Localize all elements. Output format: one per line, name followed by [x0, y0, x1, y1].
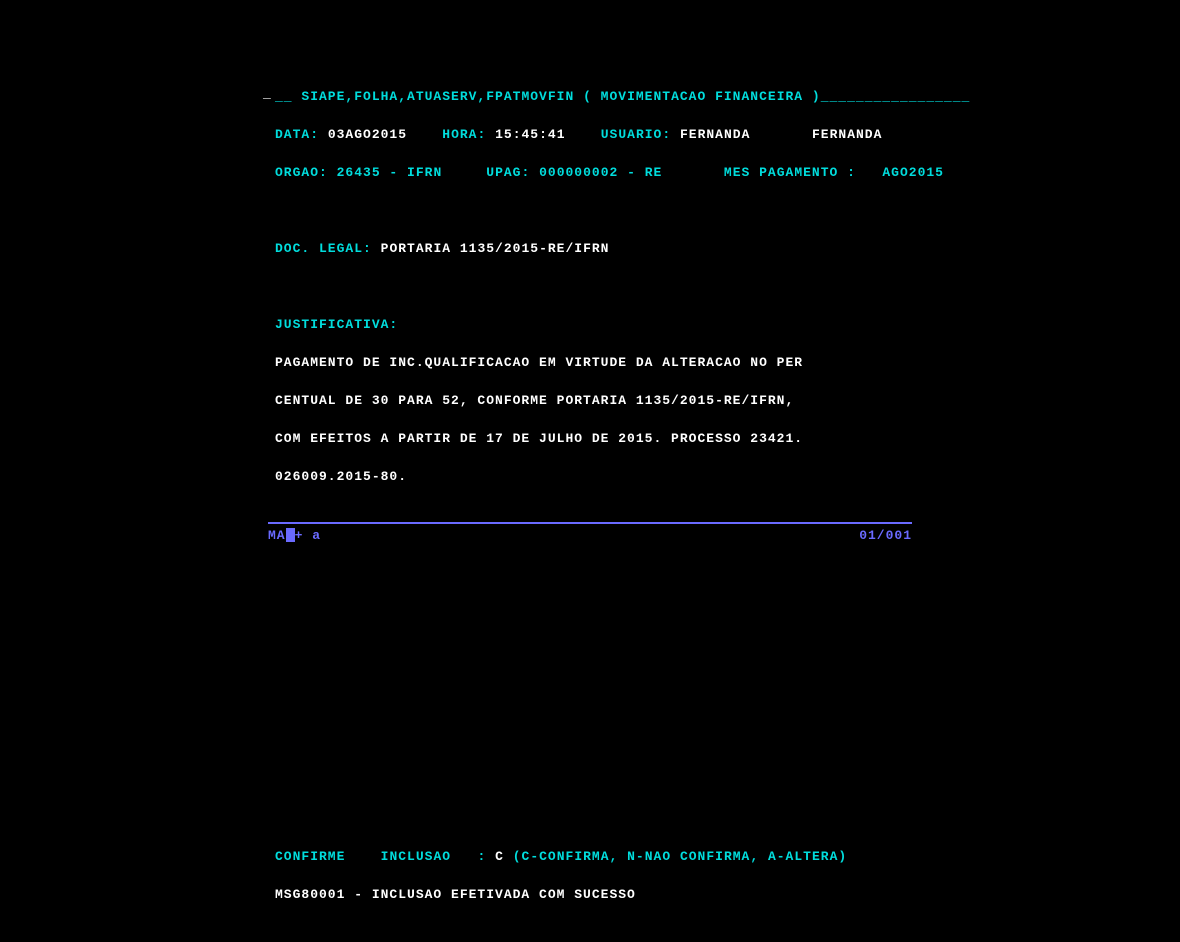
usuario-extra: FERNANDA — [812, 127, 882, 142]
usuario-label: USUARIO: — [601, 127, 671, 142]
data-label: DATA: — [275, 127, 319, 142]
confirm-line: CONFIRME INCLUSAO : C (C-CONFIRMA, N-NAO… — [275, 847, 970, 866]
justificativa-label: JUSTIFICATIVA: — [275, 317, 398, 332]
justificativa-l3: COM EFEITOS A PARTIR DE 17 DE JULHO DE 2… — [275, 429, 970, 448]
upag-value: 000000002 - RE — [539, 165, 662, 180]
justificativa-l4: 026009.2015-80. — [275, 467, 970, 486]
status-left-post: + a — [295, 528, 321, 543]
status-left-pre: MA — [268, 528, 286, 543]
confirm-hint: (C-CONFIRMA, N-NAO CONFIRMA, A-ALTERA) — [513, 849, 847, 864]
mes-value: AGO2015 — [882, 165, 944, 180]
info-row-1: DATA: 03AGO2015 HORA: 15:45:41 USUARIO: … — [275, 125, 970, 144]
mes-label: MES PAGAMENTO : — [724, 165, 856, 180]
justificativa-l1: PAGAMENTO DE INC.QUALIFICACAO EM VIRTUDE… — [275, 353, 970, 372]
terminal-screen: _ __ SIAPE,FOLHA,ATUASERV,FPATMOVFIN ( M… — [0, 0, 1180, 582]
terminal-content: __ SIAPE,FOLHA,ATUASERV,FPATMOVFIN ( MOV… — [275, 68, 970, 942]
info-row-2: ORGAO: 26435 - IFRN UPAG: 000000002 - RE… — [275, 163, 970, 182]
confirm-label-1: CONFIRME — [275, 849, 345, 864]
hora-label: HORA: — [442, 127, 486, 142]
header-title: ( MOVIMENTACAO FINANCEIRA ) — [583, 89, 821, 104]
doc-line: DOC. LEGAL: PORTARIA 1135/2015-RE/IFRN — [275, 239, 970, 258]
justificativa-l2: CENTUAL DE 30 PARA 52, CONFORME PORTARIA… — [275, 391, 970, 410]
header-path: SIAPE,FOLHA,ATUASERV,FPATMOVFIN — [301, 89, 574, 104]
header-line: __ SIAPE,FOLHA,ATUASERV,FPATMOVFIN ( MOV… — [275, 87, 970, 106]
hora-value: 15:45:41 — [495, 127, 565, 142]
usuario-value: FERNANDA — [680, 127, 750, 142]
data-value: 03AGO2015 — [328, 127, 407, 142]
confirm-label-2: INCLUSAO — [381, 849, 451, 864]
confirm-input[interactable]: C — [495, 849, 504, 864]
line-marker: _ — [263, 86, 272, 101]
confirm-colon: : — [477, 849, 486, 864]
upag-label: UPAG: — [486, 165, 530, 180]
status-bar: MA + a 01/001 — [268, 522, 912, 544]
status-left: MA + a — [268, 528, 321, 543]
orgao-value: 26435 - IFRN — [337, 165, 443, 180]
orgao-label: ORGAO: — [275, 165, 328, 180]
status-right: 01/001 — [859, 528, 912, 543]
message-line: MSG80001 - INCLUSAO EFETIVADA COM SUCESS… — [275, 885, 970, 904]
doc-value: PORTARIA 1135/2015-RE/IFRN — [381, 241, 610, 256]
doc-label: DOC. LEGAL: — [275, 241, 372, 256]
status-cursor-block — [286, 528, 295, 542]
